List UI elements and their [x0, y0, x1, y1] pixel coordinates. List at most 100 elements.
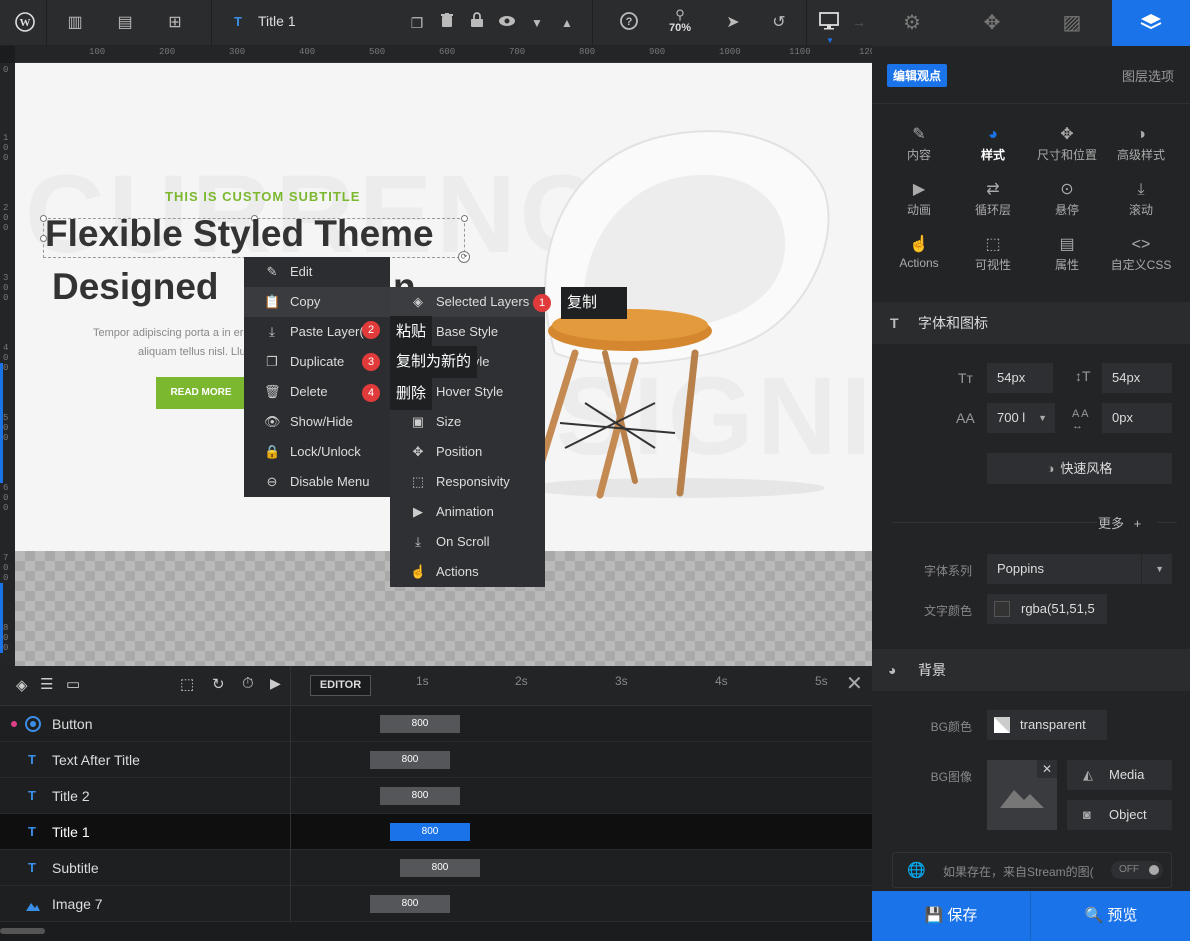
- folder-icon[interactable]: ▭: [66, 675, 80, 693]
- font-size-input[interactable]: 54px: [987, 363, 1053, 393]
- arrow-right-icon[interactable]: →: [852, 14, 866, 30]
- tab-visibility[interactable]: ⬚ 可视性: [956, 234, 1030, 273]
- chair-image[interactable]: [505, 103, 865, 503]
- submenu-responsivity[interactable]: ⬚ Responsivity: [390, 467, 545, 497]
- submenu-actions[interactable]: ☝ Actions: [390, 557, 545, 587]
- copy-icon[interactable]: ❐: [406, 12, 428, 34]
- play-icon[interactable]: ▶: [270, 675, 281, 692]
- timeline-bar[interactable]: 800: [370, 895, 450, 913]
- slide-subtitle[interactable]: THIS IS CUSTOM SUBTITLE: [165, 189, 360, 204]
- font-weight-select[interactable]: 700 l ▼: [987, 403, 1055, 433]
- submenu-position[interactable]: ✥ Position: [390, 437, 545, 467]
- media-button[interactable]: ◭ Media: [1067, 760, 1172, 790]
- read-more-button[interactable]: READ MORE: [156, 377, 246, 409]
- timeline-bar[interactable]: 800: [380, 787, 460, 805]
- timeline-row[interactable]: T Subtitle 800: [0, 850, 872, 886]
- edit-viewpoint-badge[interactable]: 编辑观点: [887, 64, 948, 87]
- bg-color-picker[interactable]: transparent: [987, 710, 1107, 740]
- tab-style[interactable]: ◕ 样式: [956, 124, 1030, 163]
- font-family-select[interactable]: Poppins ▼: [987, 554, 1172, 584]
- tab-media[interactable]: ▨: [1032, 0, 1112, 46]
- tab-hover[interactable]: ⊙ 悬停: [1030, 179, 1104, 218]
- close-icon[interactable]: ✕: [846, 671, 863, 696]
- submenu-size[interactable]: ▣ Size: [390, 407, 545, 437]
- timeline-row-selected[interactable]: T Title 1 800: [0, 814, 872, 850]
- eye-icon[interactable]: [496, 12, 518, 34]
- more-toggle[interactable]: 更多 +: [1098, 513, 1141, 532]
- undo-icon[interactable]: ↺: [768, 12, 790, 34]
- timeline-bar[interactable]: 800: [380, 715, 460, 733]
- timeline-row[interactable]: T Text After Title 800: [0, 742, 872, 778]
- scroll-icon: ⤓: [415, 534, 421, 549]
- tab-advanced-style[interactable]: ◑ 高级样式: [1104, 124, 1178, 163]
- layers-icon[interactable]: ◈: [16, 676, 28, 694]
- lock-icon[interactable]: [466, 12, 488, 34]
- editor-tag[interactable]: EDITOR: [310, 675, 371, 696]
- grid-select-icon[interactable]: ⬚: [180, 675, 194, 693]
- resize-handle[interactable]: [461, 215, 468, 222]
- zoom-control[interactable]: ⚲ 70%: [666, 8, 694, 35]
- annotation-badge: 3: [362, 353, 380, 371]
- menu-item-show-hide[interactable]: 👁 Show/Hide: [244, 407, 390, 437]
- timeline-scrollbar[interactable]: [0, 922, 872, 941]
- layer-options-link[interactable]: 图层选项: [1122, 66, 1174, 85]
- wordpress-icon[interactable]: W: [14, 12, 36, 34]
- tab-animation[interactable]: ▶ 动画: [882, 179, 956, 218]
- timeline-row[interactable]: Image 7 800: [0, 886, 872, 922]
- tab-layers[interactable]: [1112, 0, 1190, 46]
- tab-content[interactable]: ✎ 内容: [882, 124, 956, 163]
- scrollbar-thumb[interactable]: [0, 928, 45, 934]
- timeline-bar[interactable]: 800: [400, 859, 480, 877]
- timeline-row[interactable]: Button 800: [0, 706, 872, 742]
- arrow-up-icon[interactable]: ▲: [556, 12, 578, 34]
- desktop-icon[interactable]: [818, 12, 840, 34]
- arrow-down-icon[interactable]: ▼: [526, 12, 548, 34]
- timeline-bar[interactable]: 800: [370, 751, 450, 769]
- tab-navigation[interactable]: ✥: [952, 0, 1032, 46]
- tab-attributes[interactable]: ▤ 属性: [1030, 234, 1104, 273]
- menu-item-lock[interactable]: 🔒 Lock/Unlock: [244, 437, 390, 467]
- background-section-header[interactable]: ◕ 背景: [872, 649, 1190, 691]
- help-icon[interactable]: ?: [618, 12, 640, 34]
- trash-icon[interactable]: [436, 12, 458, 34]
- tab-actions[interactable]: ☝ Actions: [882, 234, 956, 270]
- close-icon[interactable]: ✕: [1037, 760, 1057, 778]
- ruler-tick: 0: [3, 353, 9, 363]
- text-color-picker[interactable]: rgba(51,51,5: [987, 594, 1107, 624]
- tab-scroll[interactable]: ⤓ 滚动: [1104, 179, 1178, 218]
- object-button[interactable]: ◙ Object: [1067, 800, 1172, 830]
- tab-loop[interactable]: ⇄ 循环层: [956, 179, 1030, 218]
- timeline-row[interactable]: T Title 2 800: [0, 778, 872, 814]
- stream-toggle[interactable]: OFF: [1111, 861, 1163, 879]
- list-icon[interactable]: ☰: [40, 675, 53, 693]
- menu-item-copy[interactable]: 📋 Copy: [244, 287, 390, 317]
- slides-icon[interactable]: ▥: [64, 12, 86, 34]
- quick-style-button[interactable]: ◑ 快速风格: [987, 453, 1172, 484]
- slide-title-1[interactable]: Flexible Styled Theme: [45, 213, 434, 255]
- add-layer-icon[interactable]: ⊞: [164, 12, 186, 34]
- preview-button[interactable]: 🔍 预览: [1032, 891, 1190, 941]
- pointer-add-icon[interactable]: ➤: [722, 12, 744, 34]
- submenu-on-scroll[interactable]: ⤓ On Scroll: [390, 527, 545, 557]
- ruler-tick: 0: [3, 503, 9, 513]
- tab-settings[interactable]: ⚙: [872, 0, 952, 46]
- menu-item-edit[interactable]: ✎ Edit: [244, 257, 390, 287]
- slide-body-text[interactable]: aliquam tellus nisl. Llu: [138, 346, 246, 358]
- tab-size-position[interactable]: ✥ 尺寸和位置: [1030, 124, 1104, 163]
- rotate-handle-icon[interactable]: ⟳: [458, 251, 470, 263]
- tab-custom-css[interactable]: <> 自定义CSS: [1104, 234, 1178, 273]
- bg-image-preview[interactable]: ✕: [987, 760, 1057, 830]
- slide-title-2[interactable]: Designed: [52, 266, 219, 308]
- line-height-input[interactable]: 54px: [1102, 363, 1172, 393]
- loop-icon[interactable]: ↻: [212, 675, 225, 693]
- letter-spacing-input[interactable]: 0px: [1102, 403, 1172, 433]
- submenu-selected-layers[interactable]: ◈ Selected Layers: [390, 287, 545, 317]
- slide-body-text[interactable]: Tempor adipiscing porta a in ere: [93, 327, 250, 339]
- layout-icon[interactable]: ▤: [114, 12, 136, 34]
- submenu-animation[interactable]: ▶ Animation: [390, 497, 545, 527]
- font-section-header[interactable]: T 字体和图标: [872, 302, 1190, 344]
- timer-icon[interactable]: ⏱: [242, 675, 254, 692]
- save-button[interactable]: 💾 保存: [872, 891, 1031, 941]
- timeline-bar[interactable]: 800: [390, 823, 470, 841]
- menu-item-disable[interactable]: ⊖ Disable Menu: [244, 467, 390, 497]
